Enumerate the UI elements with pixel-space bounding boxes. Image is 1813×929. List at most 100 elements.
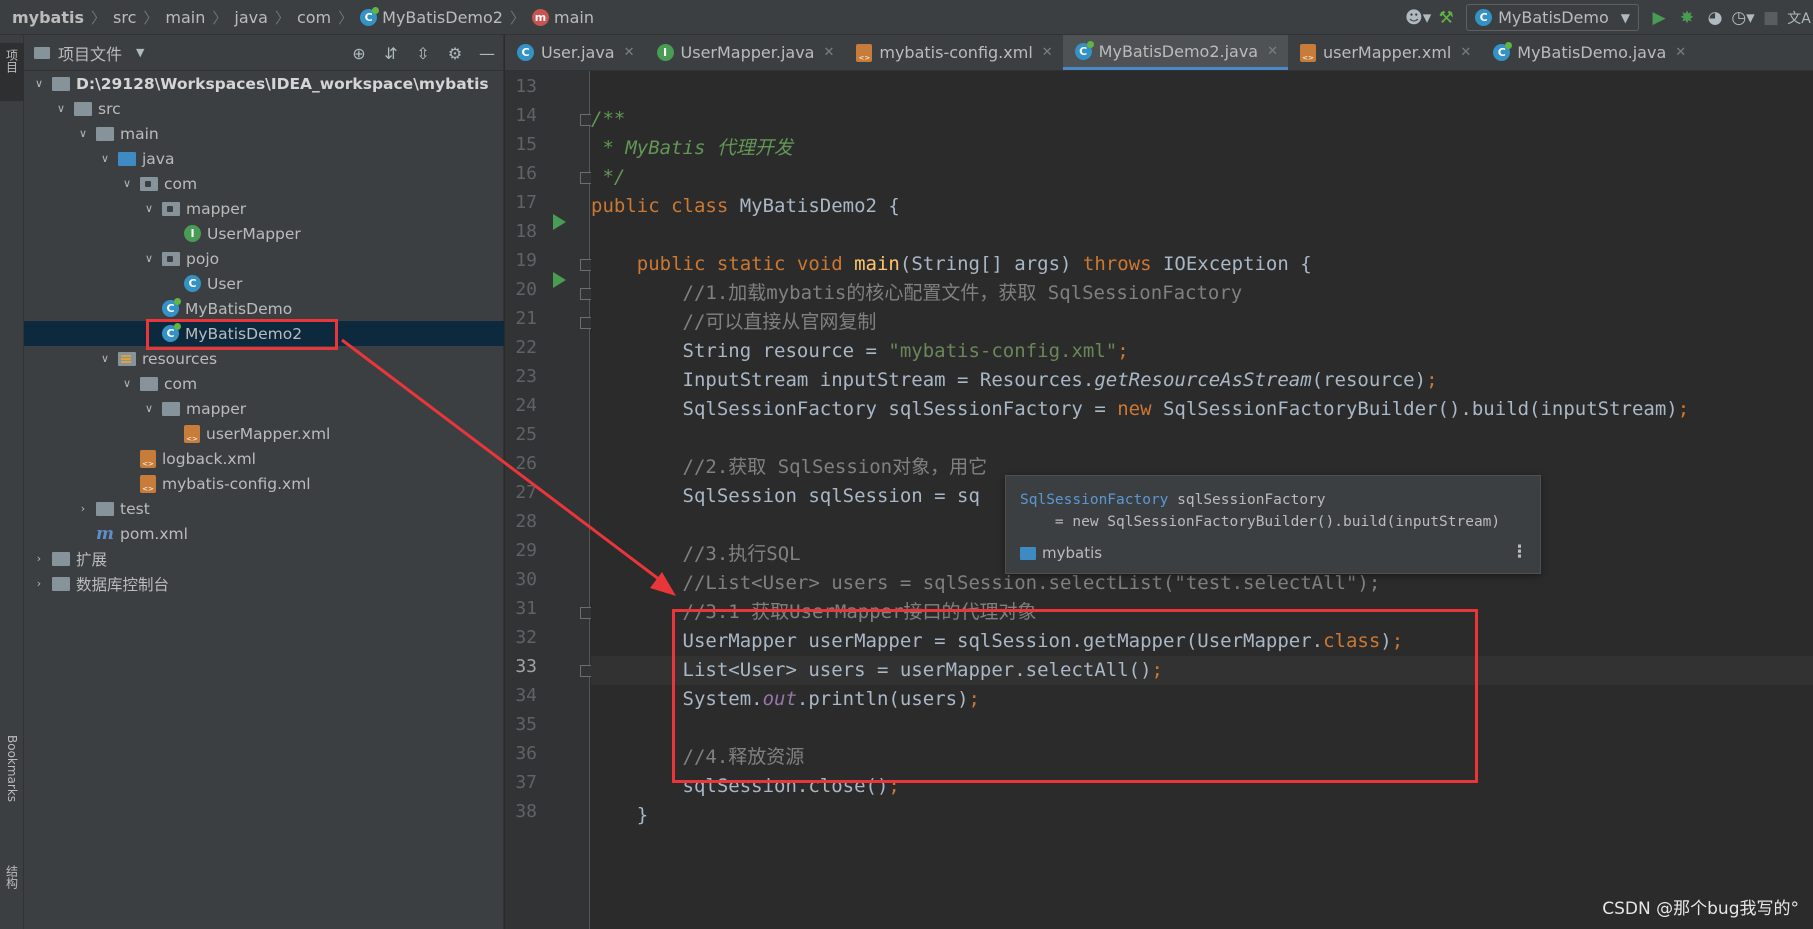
profile-icon[interactable]: ◷▾ [1729,4,1757,32]
project-panel-title[interactable]: 项目文件 [58,41,122,65]
tab-user-java[interactable]: C User.java ✕ [505,35,645,70]
expand-all-icon[interactable]: ⇵ [375,39,407,67]
xml-file-icon [140,449,156,468]
interface-icon: I [656,44,674,61]
tree-item-pom-xml[interactable]: ∨ m pom.xml [24,521,504,546]
popup-declaration: SqlSessionFactory sqlSessionFactory [1020,492,1326,508]
line-number: 33 [515,656,537,677]
user-icon[interactable]: ☻▾ [1404,4,1432,32]
breadcrumb-main[interactable]: main [165,8,205,27]
line-number: 26 [515,453,537,474]
close-icon[interactable]: ✕ [1042,45,1053,60]
locate-icon[interactable]: ⊕ [343,39,375,67]
maven-icon: m [96,523,114,544]
chevron-down-icon[interactable]: ∨ [32,77,46,90]
chevron-down-icon[interactable]: ∨ [142,252,156,265]
tree-item-usermapper-xml[interactable]: ∨ userMapper.xml [24,421,504,446]
tree-item-label: java [142,149,175,168]
chevron-down-icon[interactable]: ∨ [120,177,134,190]
translate-icon[interactable]: 文A [1785,4,1813,32]
tree-item-test[interactable]: › test [24,496,504,521]
chevron-down-icon[interactable]: ∨ [54,102,68,115]
java-class-icon: C [184,275,201,292]
run-configuration-select[interactable]: C MyBatisDemo ▼ [1466,4,1639,31]
tree-item-extensions[interactable]: › 扩展 [24,546,504,571]
tree-item-logback-xml[interactable]: ∨ logback.xml [24,446,504,471]
chevron-right-icon[interactable]: › [32,577,46,590]
code-line: //1.加载mybatis的核心配置文件，获取 SqlSessionFactor… [591,282,1243,304]
minimize-icon[interactable]: — [471,39,503,67]
hammer-icon[interactable]: ⚒ [1432,4,1460,32]
tree-item-label: pom.xml [120,524,188,543]
chevron-down-icon[interactable]: ∨ [98,152,112,165]
xml-file-icon [1300,43,1317,62]
tree-item-src[interactable]: ∨ src [24,96,504,121]
run-configuration-label: MyBatisDemo [1498,8,1609,27]
tab-label: MyBatisDemo2.java [1098,41,1259,61]
tree-item-usermapper[interactable]: ∨ I UserMapper [24,221,504,246]
folder-icon [34,46,50,59]
gear-icon[interactable]: ⚙ [439,39,471,67]
breadcrumb-class[interactable]: C MyBatisDemo2 [360,6,503,27]
collapse-all-icon[interactable]: ⇳ [407,39,439,67]
tree-item-res-mapper[interactable]: ∨ mapper [24,396,504,421]
breadcrumb-java[interactable]: java [234,8,268,27]
tree-item-mybatis-config-xml[interactable]: ∨ mybatis-config.xml [24,471,504,496]
tree-item-com[interactable]: ∨ com [24,171,504,196]
code-line: String resource = "mybatis-config.xml"; [591,340,1129,362]
debug-icon[interactable]: ✸ [1673,4,1701,32]
tree-item-root[interactable]: ∨ D:\29128\Workspaces\IDEA_workspace\myb… [24,71,504,96]
tree-item-db-consoles[interactable]: › 数据库控制台 [24,571,504,596]
close-icon[interactable]: ✕ [823,45,834,60]
tree-item-pojo[interactable]: ∨ pojo [24,246,504,271]
tab-mybatis-config-xml[interactable]: mybatis-config.xml ✕ [844,35,1062,70]
line-number: 23 [515,366,537,387]
chevron-down-icon[interactable]: ∨ [120,377,134,390]
chevron-down-icon[interactable]: ∨ [142,202,156,215]
code-line: */ [591,166,626,188]
coverage-icon[interactable]: ◕ [1701,4,1729,32]
tab-mybatisdemo2-java[interactable]: C MyBatisDemo2.java ✕ [1062,35,1289,70]
run-icon[interactable]: ▶ [1645,4,1673,32]
tab-bookmarks[interactable]: Bookmarks [0,735,24,845]
tree-item-label: com [164,374,198,393]
close-icon[interactable]: ✕ [624,45,635,60]
chevron-right-icon[interactable]: › [32,552,46,565]
chevron-down-icon[interactable]: ∨ [142,402,156,415]
tree-item-label: userMapper.xml [206,424,331,443]
tab-project[interactable]: 项目 [0,43,24,101]
more-options-icon[interactable]: ⋮ [1511,542,1528,562]
tree-item-res-com[interactable]: ∨ com [24,371,504,396]
close-icon[interactable]: ✕ [1675,45,1686,60]
code-line: SqlSessionFactory sqlSessionFactory = ne… [591,398,1690,420]
editor-gutter[interactable]: 13 14 15 16 17 18 19 20 21 22 23 24 25 2… [505,71,592,929]
quick-doc-popup[interactable]: SqlSessionFactory sqlSessionFactory = ne… [1005,475,1541,574]
left-tool-strip: 项目 Bookmarks 结构 [0,35,24,929]
breadcrumb-com[interactable]: com [297,8,331,27]
tree-item-user[interactable]: ∨ C User [24,271,504,296]
close-icon[interactable]: ✕ [1460,45,1471,60]
tree-item-main[interactable]: ∨ main [24,121,504,146]
tab-structure-label: 结构 [4,865,19,889]
chevron-down-icon[interactable]: ∨ [98,352,112,365]
stop-icon[interactable]: ■ [1757,4,1785,32]
tab-usermapper-xml[interactable]: userMapper.xml ✕ [1288,35,1481,70]
breadcrumb-project[interactable]: mybatis [12,8,84,27]
breadcrumb-method[interactable]: m main [531,8,594,27]
chevron-right-icon: 〉 [509,8,525,27]
chevron-down-icon[interactable]: ▼ [136,46,144,59]
run-icon[interactable] [553,214,566,230]
chevron-down-icon[interactable]: ∨ [76,127,90,140]
tab-usermapper-java[interactable]: I UserMapper.java ✕ [645,35,845,70]
breadcrumb-src[interactable]: src [113,8,136,27]
tree-item-mybatisdemo[interactable]: ∨ C MyBatisDemo [24,296,504,321]
line-number: 31 [515,598,537,619]
close-icon[interactable]: ✕ [1267,44,1278,59]
tab-structure[interactable]: 结构 [0,865,24,915]
run-icon[interactable] [553,272,566,288]
tree-item-java[interactable]: ∨ java [24,146,504,171]
tree-item-mapper[interactable]: ∨ mapper [24,196,504,221]
tab-mybatisdemo-java[interactable]: C MyBatisDemo.java ✕ [1481,35,1696,70]
chevron-right-icon[interactable]: › [76,502,90,515]
line-number: 35 [515,714,537,735]
